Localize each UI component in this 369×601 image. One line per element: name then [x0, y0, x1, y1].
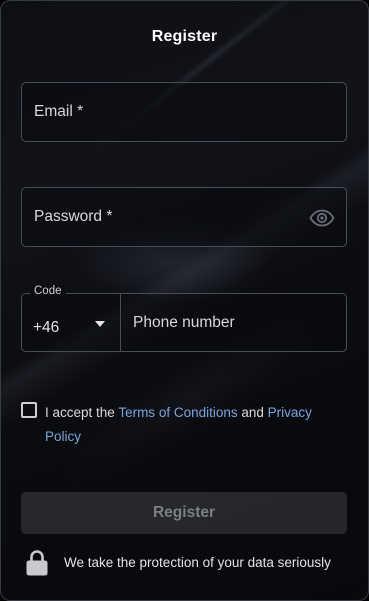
phone-input-group: Code +46 Phone number [21, 285, 347, 352]
email-field[interactable]: Email * [21, 82, 347, 142]
chevron-down-icon[interactable] [95, 321, 105, 327]
country-code-select[interactable]: Code +46 [21, 285, 122, 352]
country-code-value: +46 [33, 319, 60, 336]
terms-prefix: I accept the [45, 405, 119, 420]
password-field[interactable]: Password * [21, 187, 347, 247]
terms-middle: and [237, 405, 268, 420]
page-title: Register [151, 28, 218, 45]
phone-number-placeholder: Phone number [133, 313, 235, 331]
country-code-label: Code [30, 285, 66, 297]
lock-icon [26, 550, 48, 576]
email-placeholder: Email * [34, 103, 84, 120]
phone-number-field[interactable]: Phone number [120, 293, 347, 352]
terms-text: I accept the Terms of Conditions and Pri… [45, 401, 345, 449]
terms-of-conditions-link[interactable]: Terms of Conditions [118, 405, 237, 420]
terms-checkbox[interactable] [21, 402, 37, 418]
register-card: Register Email * Password * Code +46 Pho… [0, 0, 369, 601]
password-placeholder: Password * [34, 208, 113, 225]
eye-icon[interactable] [309, 209, 335, 227]
footer-note-text: We take the protection of your data seri… [64, 555, 331, 570]
register-button[interactable]: Register [21, 492, 347, 534]
data-protection-note: We take the protection of your data seri… [25, 547, 355, 577]
